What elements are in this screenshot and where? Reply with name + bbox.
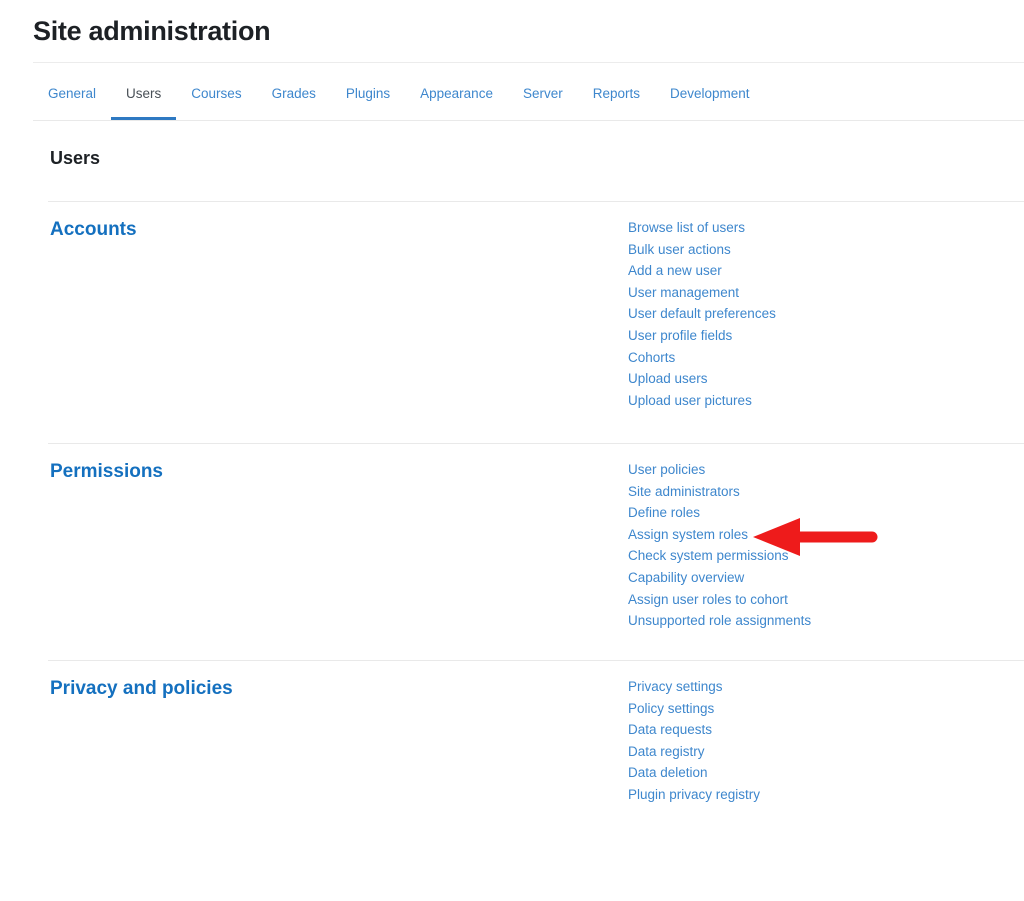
list-item: Unsupported role assignments	[628, 610, 811, 632]
admin-link-define-roles[interactable]: Define roles	[628, 505, 700, 520]
admin-link-user-management[interactable]: User management	[628, 285, 739, 300]
list-item: User default preferences	[628, 303, 776, 325]
list-item: User profile fields	[628, 325, 776, 347]
section-title: Privacy and policies	[50, 678, 1024, 700]
list-item: Add a new user	[628, 260, 776, 282]
list-item: Privacy settings	[628, 676, 760, 698]
list-item: Bulk user actions	[628, 239, 776, 261]
section-links-list: Browse list of users Bulk user actions Add…	[628, 217, 776, 411]
tab-users[interactable]: Users	[111, 75, 176, 120]
list-item: Plugin privacy registry	[628, 784, 760, 806]
section-accounts: AccountsBrowse list of users Bulk user ac…	[48, 201, 1024, 443]
list-item: Browse list of users	[628, 217, 776, 239]
admin-link-capability-overview[interactable]: Capability overview	[628, 570, 744, 585]
list-item: Check system permissions	[628, 545, 811, 567]
section-permissions: PermissionsUser policies Site administrat…	[48, 443, 1024, 660]
admin-link-assign-user-roles-to-cohort[interactable]: Assign user roles to cohort	[628, 592, 788, 607]
admin-link-data-requests[interactable]: Data requests	[628, 722, 712, 737]
section-privacy-and-policies: Privacy and policiesPrivacy settings Poli…	[48, 660, 1024, 860]
list-item: Data deletion	[628, 762, 760, 784]
list-item: Policy settings	[628, 698, 760, 720]
list-item: Cohorts	[628, 347, 776, 369]
tab-development[interactable]: Development	[655, 75, 765, 120]
list-item: User management	[628, 282, 776, 304]
section-links-list: Privacy settings Policy settings Data requ…	[628, 676, 760, 806]
tab-grades[interactable]: Grades	[257, 75, 331, 120]
list-item: Assign system roles	[628, 524, 811, 546]
section-links-list: User policies Site administrators Define r…	[628, 459, 811, 632]
page-title: Site administration	[33, 16, 270, 47]
tab-reports[interactable]: Reports	[578, 75, 655, 120]
section-title: Permissions	[50, 461, 1024, 483]
tab-general[interactable]: General	[33, 75, 111, 120]
list-item: Site administrators	[628, 481, 811, 503]
admin-link-user-policies[interactable]: User policies	[628, 462, 705, 477]
list-item: Assign user roles to cohort	[628, 589, 811, 611]
admin-link-data-deletion[interactable]: Data deletion	[628, 765, 708, 780]
admin-link-user-profile-fields[interactable]: User profile fields	[628, 328, 732, 343]
admin-link-check-system-permissions[interactable]: Check system permissions	[628, 548, 789, 563]
admin-link-user-default-preferences[interactable]: User default preferences	[628, 306, 776, 321]
header-divider	[33, 62, 1024, 63]
list-item: Define roles	[628, 502, 811, 524]
admin-tabs: GeneralUsersCoursesGradesPluginsAppearan…	[33, 75, 1024, 121]
admin-link-assign-system-roles[interactable]: Assign system roles	[628, 527, 748, 542]
tab-plugins[interactable]: Plugins	[331, 75, 405, 120]
admin-link-bulk-user-actions[interactable]: Bulk user actions	[628, 242, 731, 257]
admin-link-privacy-settings[interactable]: Privacy settings	[628, 679, 723, 694]
admin-link-upload-user-pictures[interactable]: Upload user pictures	[628, 393, 752, 408]
list-item: User policies	[628, 459, 811, 481]
section-title: Accounts	[50, 219, 1024, 241]
admin-link-add-a-new-user[interactable]: Add a new user	[628, 263, 722, 278]
admin-link-site-administrators[interactable]: Site administrators	[628, 484, 740, 499]
list-item: Upload users	[628, 368, 776, 390]
list-item: Data requests	[628, 719, 760, 741]
admin-link-plugin-privacy-registry[interactable]: Plugin privacy registry	[628, 787, 760, 802]
admin-link-browse-list-of-users[interactable]: Browse list of users	[628, 220, 745, 235]
admin-link-policy-settings[interactable]: Policy settings	[628, 701, 714, 716]
tab-courses[interactable]: Courses	[176, 75, 256, 120]
admin-link-unsupported-role-assignments[interactable]: Unsupported role assignments	[628, 613, 811, 628]
list-item: Capability overview	[628, 567, 811, 589]
list-item: Upload user pictures	[628, 390, 776, 412]
admin-link-upload-users[interactable]: Upload users	[628, 371, 708, 386]
tab-server[interactable]: Server	[508, 75, 578, 120]
tab-appearance[interactable]: Appearance	[405, 75, 508, 120]
users-section-heading: Users	[50, 148, 100, 169]
admin-link-cohorts[interactable]: Cohorts	[628, 350, 675, 365]
list-item: Data registry	[628, 741, 760, 763]
admin-link-data-registry[interactable]: Data registry	[628, 744, 705, 759]
